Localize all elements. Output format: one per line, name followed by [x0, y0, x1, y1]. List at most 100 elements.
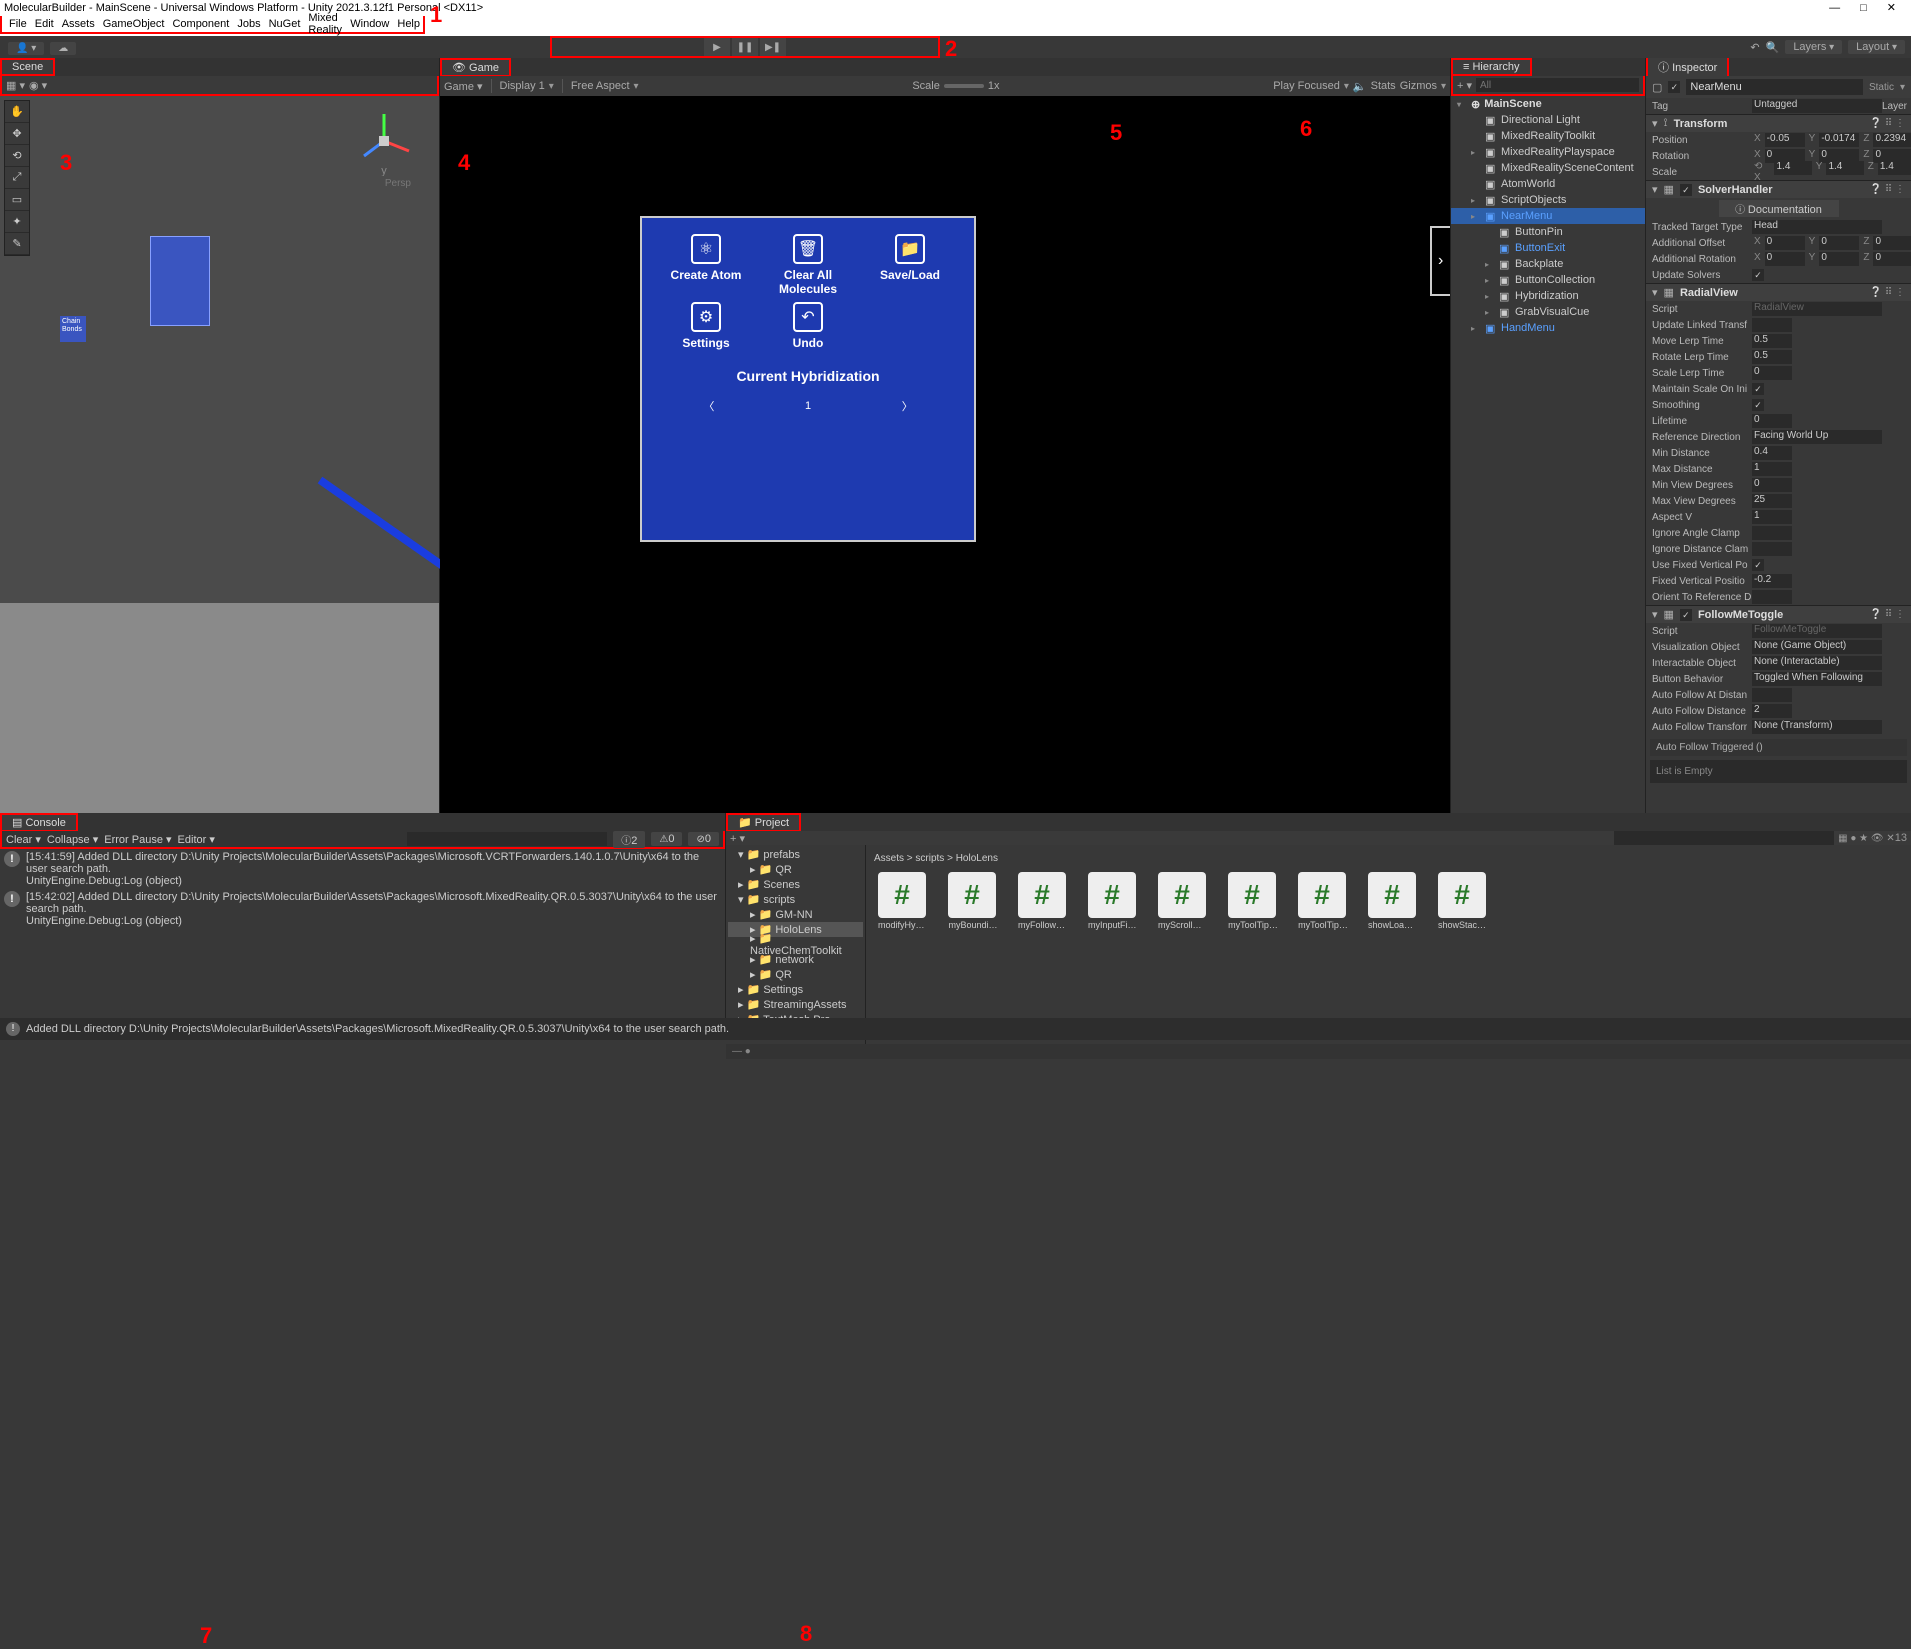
hierarchy-item-grabvisualcue[interactable]: ▸▣GrabVisualCue	[1451, 304, 1645, 320]
menu-edit[interactable]: Edit	[32, 18, 57, 30]
undo-history-icon[interactable]: ↶	[1750, 41, 1759, 54]
info-count[interactable]: ⓘ2	[613, 831, 645, 848]
menu-mixed-reality[interactable]: Mixed Reality	[305, 12, 345, 36]
hierarchy-tab[interactable]: ≡ Hierarchy	[1453, 60, 1530, 74]
hierarchy-item-buttoncollection[interactable]: ▸▣ButtonCollection	[1451, 272, 1645, 288]
asset-mytooltip-[interactable]: #myToolTip…	[1298, 872, 1348, 930]
hierarchy-item-mixedrealityplayspace[interactable]: ▸▣MixedRealityPlayspace	[1451, 144, 1645, 160]
pos-y[interactable]: -0.0174	[1819, 133, 1859, 147]
breadcrumb[interactable]: Assets > scripts > HoloLens	[872, 851, 1905, 866]
hierarchy-item-scriptobjects[interactable]: ▸▣ScriptObjects	[1451, 192, 1645, 208]
project-tree[interactable]: ▾ 📁 prefabs▸ 📁 QR▸ 📁 Scenes▾ 📁 scripts▸ …	[726, 845, 866, 1044]
folder-qr[interactable]: ▸ 📁 QR	[728, 967, 863, 982]
folder-gm-nn[interactable]: ▸ 📁 GM-NN	[728, 907, 863, 922]
custom-tool[interactable]: ✎	[5, 233, 29, 255]
hyb-prev-button[interactable]: 〈	[703, 398, 714, 414]
log-entry[interactable]: ![15:41:59] Added DLL directory D:\Unity…	[0, 849, 725, 889]
menu-jobs[interactable]: Jobs	[234, 18, 263, 30]
menu-component[interactable]: Component	[169, 18, 232, 30]
hierarchy-item-directional-light[interactable]: ▣Directional Light	[1451, 112, 1645, 128]
hierarchy-item-atomworld[interactable]: ▣AtomWorld	[1451, 176, 1645, 192]
menu-help[interactable]: Help	[394, 18, 423, 30]
menu-window[interactable]: Window	[347, 18, 392, 30]
nearmenu-settings[interactable]: ⚙Settings	[658, 302, 754, 350]
cloud-button[interactable]: ☁	[50, 42, 76, 55]
asset-mytooltip-[interactable]: #myToolTip…	[1228, 872, 1278, 930]
account-dropdown[interactable]: 👤 ▾	[8, 42, 44, 55]
tag-dropdown[interactable]: Untagged	[1752, 99, 1882, 113]
scene-tab[interactable]: Scene	[2, 60, 53, 74]
menu-file[interactable]: File	[6, 18, 30, 30]
asset-showload-[interactable]: #showLoad…	[1368, 872, 1418, 930]
folder-streamingassets[interactable]: ▸ 📁 StreamingAssets	[728, 997, 863, 1012]
console-collapse[interactable]: Collapse ▾	[47, 834, 98, 846]
scl-x[interactable]: 1.4	[1774, 161, 1811, 175]
scene-object-stick[interactable]	[318, 477, 454, 575]
menu-gameobject[interactable]: GameObject	[100, 18, 168, 30]
hierarchy-item-buttonpin[interactable]: ▣ButtonPin	[1451, 224, 1645, 240]
aspect-dropdown[interactable]: Free Aspect	[571, 80, 630, 92]
rect-tool[interactable]: ▭	[5, 189, 29, 211]
project-create[interactable]: + ▾	[730, 832, 745, 845]
hierarchy-item-handmenu[interactable]: ▸▣HandMenu	[1451, 320, 1645, 336]
folder-nativechemtoolkit[interactable]: ▸ 📁 NativeChemToolkit	[728, 937, 863, 952]
pos-x[interactable]: -0.05	[1765, 133, 1805, 147]
hierarchy-search[interactable]	[1476, 78, 1639, 92]
error-count[interactable]: ⊘0	[688, 832, 719, 846]
folder-qr[interactable]: ▸ 📁 QR	[728, 862, 863, 877]
console-editor[interactable]: Editor ▾	[178, 834, 215, 846]
asset-myinputfie-[interactable]: #myInputFie…	[1088, 872, 1138, 930]
hierarchy-item-backplate[interactable]: ▸▣Backplate	[1451, 256, 1645, 272]
mute-icon[interactable]: 🔈	[1353, 80, 1367, 93]
scl-z[interactable]: 1.4	[1878, 161, 1911, 175]
scale-slider[interactable]	[944, 84, 984, 88]
hierarchy-scene-row[interactable]: ▾⊕MainScene	[1451, 96, 1645, 112]
menu-nuget[interactable]: NuGet	[266, 18, 304, 30]
game-dropdown[interactable]: Game ▾	[444, 80, 483, 93]
rotate-tool[interactable]: ⟲	[5, 145, 29, 167]
console-search[interactable]	[407, 832, 607, 846]
layers-dropdown[interactable]: Layers ▾	[1785, 40, 1842, 54]
game-tab[interactable]: 👁 Game	[442, 60, 509, 75]
create-dropdown[interactable]: + ▾	[1457, 79, 1472, 92]
project-search[interactable]	[1614, 831, 1834, 845]
scene-object-label[interactable]: Chain Bonds	[60, 316, 86, 342]
scale-tool[interactable]: ⤢	[5, 167, 29, 189]
gizmos-toggle[interactable]: Gizmos	[1400, 80, 1437, 92]
hierarchy-item-hybridization[interactable]: ▸▣Hybridization	[1451, 288, 1645, 304]
log-entry[interactable]: ![15:42:02] Added DLL directory D:\Unity…	[0, 889, 725, 929]
step-button[interactable]: ▶❚	[760, 38, 786, 56]
play-button[interactable]: ▶	[704, 38, 730, 56]
console-tab[interactable]: ▤ Console	[2, 815, 76, 830]
layout-dropdown[interactable]: Layout ▾	[1848, 40, 1905, 54]
active-checkbox[interactable]	[1668, 81, 1680, 93]
move-tool[interactable]: ✥	[5, 123, 29, 145]
asset-myfollowt-[interactable]: #myFollowT…	[1018, 872, 1068, 930]
hand-tool[interactable]: ✋	[5, 101, 29, 123]
maximize-button[interactable]: □	[1860, 0, 1867, 16]
nearmenu-create-atom[interactable]: ⚛Create Atom	[658, 234, 754, 296]
hierarchy-item-mixedrealitytoolkit[interactable]: ▣MixedRealityToolkit	[1451, 128, 1645, 144]
folder-scenes[interactable]: ▸ 📁 Scenes	[728, 877, 863, 892]
scl-y[interactable]: 1.4	[1826, 161, 1863, 175]
nearmenu-save-load[interactable]: 📁Save/Load	[862, 234, 958, 296]
solver-enabled[interactable]	[1680, 184, 1692, 196]
hierarchy-item-nearmenu[interactable]: ▸▣NearMenu	[1451, 208, 1645, 224]
search-icon[interactable]: 🔍	[1766, 41, 1780, 54]
folder-settings[interactable]: ▸ 📁 Settings	[728, 982, 863, 997]
stats-toggle[interactable]: Stats	[1371, 80, 1396, 92]
render-mode-icon[interactable]: ◉ ▾	[29, 79, 47, 92]
shaded-mode-icon[interactable]: ▦ ▾	[6, 79, 25, 92]
project-tab[interactable]: 📁 Project	[728, 815, 799, 830]
asset-myboundi-[interactable]: #myBoundi…	[948, 872, 998, 930]
asset-showstack-[interactable]: #showStack…	[1438, 872, 1488, 930]
asset-modifyhybr-[interactable]: #modifyHybr…	[878, 872, 928, 930]
project-content[interactable]: Assets > scripts > HoloLens #modifyHybr……	[866, 845, 1911, 1044]
hyb-next-button[interactable]: 〉	[902, 398, 913, 414]
hierarchy-item-buttonexit[interactable]: ▣ButtonExit	[1451, 240, 1645, 256]
warn-count[interactable]: ⚠0	[651, 832, 682, 846]
display-dropdown[interactable]: Display 1	[500, 80, 545, 92]
documentation-button[interactable]: ⓘ Documentation	[1719, 200, 1839, 217]
console-clear[interactable]: Clear ▾	[6, 834, 41, 846]
console-error-pause[interactable]: Error Pause ▾	[104, 834, 171, 846]
